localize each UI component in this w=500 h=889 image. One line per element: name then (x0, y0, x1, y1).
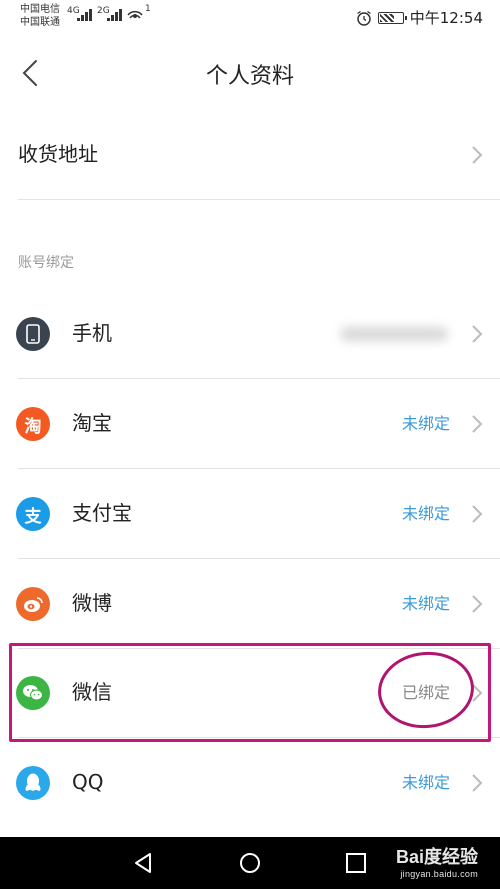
chevron-right-icon (472, 146, 483, 164)
chevron-right-icon (472, 505, 483, 523)
section-title: 账号绑定 (18, 255, 74, 271)
alipay-icon: 支 (16, 497, 50, 531)
recent-apps-icon[interactable] (345, 852, 367, 874)
row-label: 淘宝 (72, 411, 112, 435)
system-nav-bar: Bai度经验 jingyan.baidu.com (0, 837, 500, 889)
bind-row-weibo[interactable]: 微博 未绑定 (0, 559, 500, 648)
phone-icon (16, 317, 50, 351)
back-triangle-icon[interactable] (132, 852, 154, 874)
watermark-text: Bai度经验 (395, 847, 478, 867)
alarm-icon (356, 10, 371, 26)
bind-row-qq[interactable]: QQ 未绑定 (0, 738, 500, 827)
chevron-right-icon (472, 415, 483, 433)
chevron-right-icon (472, 325, 483, 343)
page-title: 个人资料 (205, 64, 294, 89)
divider (18, 199, 500, 200)
carrier-2: 中国联通 (20, 17, 60, 28)
address-row[interactable]: 收货地址 (0, 110, 500, 199)
row-label: 微博 (72, 591, 112, 615)
taobao-icon: 淘 (16, 407, 50, 441)
address-label: 收货地址 (18, 142, 98, 166)
bind-status: 未绑定 (401, 414, 450, 433)
carrier-names: 中国电信 中国联通 (20, 3, 60, 29)
row-label: QQ (72, 770, 104, 794)
chevron-right-icon (472, 774, 483, 792)
signal-icon-2 (107, 9, 122, 21)
bind-row-phone[interactable]: 手机 (0, 289, 500, 378)
home-circle-icon[interactable] (239, 852, 261, 874)
watermark: Bai度经验 jingyan.baidu.com (396, 843, 478, 879)
chevron-right-icon (472, 595, 483, 613)
phone-number-blurred (340, 327, 448, 341)
row-label: 手机 (72, 321, 112, 345)
row-label: 支付宝 (72, 501, 132, 525)
hotspot-icon (127, 10, 143, 19)
battery-icon (377, 11, 407, 24)
qq-icon (16, 766, 50, 800)
bind-status: 未绑定 (401, 594, 450, 613)
status-bar: 中国电信 中国联通 4G 2G 1 中午12:54 (0, 0, 500, 36)
bind-status: 未绑定 (401, 773, 450, 792)
watermark-url: jingyan.baidu.com (400, 869, 478, 879)
clock: 中午12:54 (409, 9, 483, 27)
signal-icon (77, 9, 92, 21)
carrier-1: 中国电信 (20, 4, 60, 15)
status-right: 中午12:54 (356, 7, 483, 28)
hotspot-count: 1 (145, 4, 151, 14)
title-bar: 个人资料 (0, 36, 500, 108)
bind-row-alipay[interactable]: 支 支付宝 未绑定 (0, 469, 500, 558)
bind-status: 未绑定 (401, 504, 450, 523)
weibo-icon (16, 587, 50, 621)
bind-row-taobao[interactable]: 淘 淘宝 未绑定 (0, 379, 500, 468)
